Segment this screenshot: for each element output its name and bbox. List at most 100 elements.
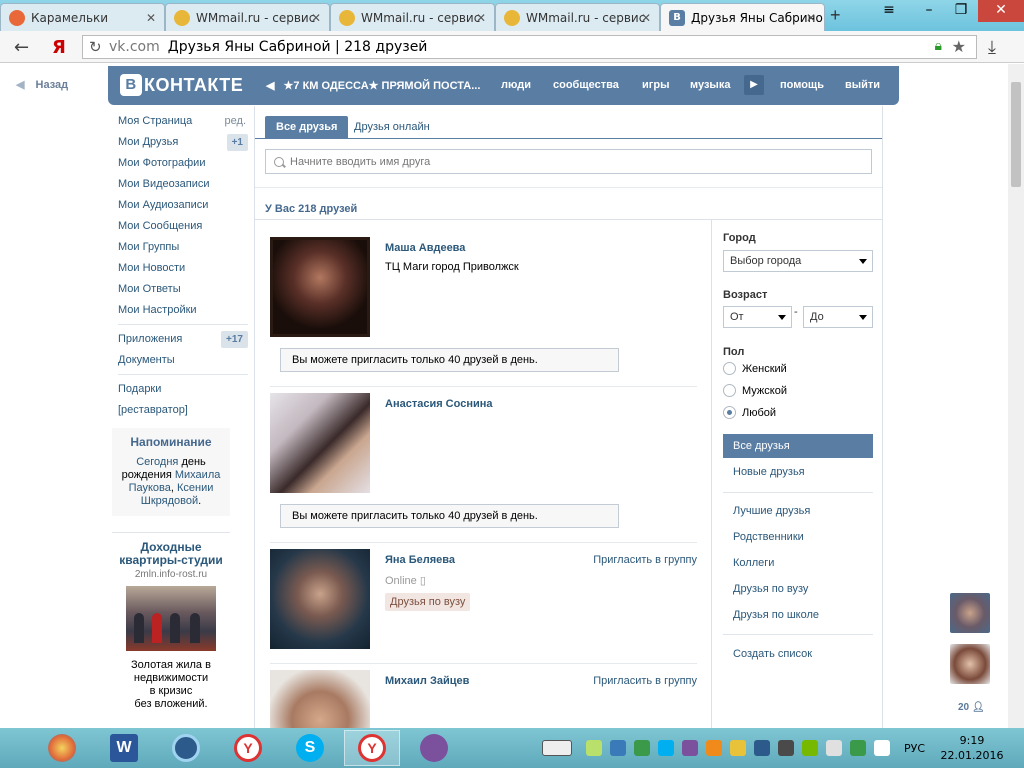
friend-name[interactable]: Маша Авдеева <box>385 242 465 254</box>
menu-item-photos[interactable]: Мои Фотографии <box>118 153 248 174</box>
nav-games[interactable]: игры <box>642 79 669 91</box>
invite-to-group-link[interactable]: Пригласить в группу <box>593 675 697 687</box>
address-field[interactable]: ↻ vk.com Друзья Яны Сабриной | 218 друзе… <box>82 35 977 59</box>
new-tab-button[interactable]: + <box>830 5 841 26</box>
filter-school-friends[interactable]: Друзья по школе <box>723 603 873 627</box>
taskbar-skype[interactable]: S <box>282 730 338 766</box>
browser-tab[interactable]: WMmail.ru - сервис ✕ <box>165 3 330 31</box>
close-icon[interactable]: ✕ <box>146 11 156 25</box>
city-select[interactable]: Выбор города <box>723 250 873 272</box>
menu-item-audio[interactable]: Мои Аудиозаписи <box>118 195 248 216</box>
filter-best-friends[interactable]: Лучшие друзья <box>723 499 873 523</box>
ad-image[interactable] <box>126 586 216 651</box>
friend-name[interactable]: Анастасия Соснина <box>385 398 493 410</box>
nvidia-icon[interactable] <box>802 740 818 756</box>
menu-item-restorer[interactable]: [реставратор] <box>118 400 248 421</box>
menu-item-friends[interactable]: Мои Друзья +1 <box>118 132 248 153</box>
nav-people[interactable]: люди <box>501 79 531 91</box>
taskbar-yandex[interactable]: Y <box>220 730 276 766</box>
menu-item-my-page[interactable]: Моя Страница ред. <box>118 111 248 132</box>
radio-female[interactable]: Женский <box>723 362 787 375</box>
menu-item-apps[interactable]: Приложения +17 <box>118 329 248 350</box>
filter-university-friends[interactable]: Друзья по вузу <box>723 577 873 601</box>
avatar[interactable] <box>270 393 370 493</box>
avatar[interactable] <box>270 670 370 728</box>
nav-help[interactable]: помощь <box>780 79 824 91</box>
taskbar-yandex-active[interactable]: Y <box>344 730 400 766</box>
tray-icon[interactable] <box>634 740 650 756</box>
tray-icon[interactable] <box>826 740 842 756</box>
menu-item-gifts[interactable]: Подарки <box>118 379 248 400</box>
minimize-icon[interactable]: – <box>914 0 944 22</box>
tray-icon[interactable] <box>778 740 794 756</box>
close-icon[interactable]: ✕ <box>311 11 321 25</box>
avatar[interactable] <box>270 237 370 337</box>
back-link[interactable]: ◀ Назад <box>16 78 68 91</box>
nav-music[interactable]: музыка <box>690 79 730 91</box>
skype-tray-icon[interactable] <box>658 740 674 756</box>
ad-title[interactable]: Доходные квартиры-студии <box>112 541 230 567</box>
filter-new-friends[interactable]: Новые друзья <box>723 460 873 484</box>
friend-tag[interactable]: Друзья по вузу <box>385 593 471 611</box>
filter-all-friends[interactable]: Все друзья <box>723 434 873 458</box>
today-link[interactable]: Сегодня <box>136 456 178 468</box>
invite-to-group-link[interactable]: Пригласить в группу <box>593 554 697 566</box>
advertisement[interactable]: Доходные квартиры-студии 2mln.info-rost.… <box>112 532 230 711</box>
close-icon[interactable]: ✕ <box>806 11 816 25</box>
nav-more-arrow-icon[interactable]: ▶ <box>744 75 764 95</box>
filter-relatives[interactable]: Родственники <box>723 525 873 549</box>
browser-tab[interactable]: WMmail.ru - сервис ✕ <box>495 3 660 31</box>
header-ticker[interactable]: ◀ ★7 КМ ОДЕССА★ ПРЯМОЙ ПОСТА... <box>266 79 480 92</box>
birthday-person-link[interactable]: Михаила <box>175 469 220 481</box>
close-icon[interactable]: ✕ <box>641 11 651 25</box>
menu-item-news[interactable]: Мои Новости <box>118 258 248 279</box>
filter-colleagues[interactable]: Коллеги <box>723 551 873 575</box>
avatar[interactable] <box>270 549 370 649</box>
tab-all-friends[interactable]: Все друзья <box>265 116 349 138</box>
nav-logout[interactable]: выйти <box>845 79 880 91</box>
star-icon[interactable]: ★ <box>952 37 966 56</box>
tray-icon[interactable] <box>754 740 770 756</box>
back-arrow-icon[interactable]: ← <box>14 37 29 58</box>
scrollbar[interactable] <box>1008 64 1024 728</box>
vk-logo[interactable]: В КОНТАКТЕ <box>120 74 243 96</box>
taskbar-paint[interactable] <box>34 730 90 766</box>
friend-search-input[interactable]: Начните вводить имя друга <box>265 149 872 174</box>
tray-icon[interactable] <box>730 740 746 756</box>
viber-tray-icon[interactable] <box>682 740 698 756</box>
friend-name[interactable]: Михаил Зайцев <box>385 675 469 687</box>
tab-friends-online[interactable]: Друзья онлайн <box>343 116 441 138</box>
scrollbar-thumb[interactable] <box>1011 82 1021 187</box>
close-icon[interactable]: ✕ <box>476 11 486 25</box>
birthday-person-link[interactable]: Паукова <box>129 482 171 494</box>
reload-icon[interactable]: ↻ <box>89 38 102 56</box>
taskbar-viber[interactable] <box>406 730 462 766</box>
yandex-icon[interactable]: Я <box>52 37 66 58</box>
menu-icon[interactable]: ≡ <box>874 0 904 22</box>
browser-tab[interactable]: WMmail.ru - сервис ✕ <box>330 3 495 31</box>
security-icon[interactable] <box>850 740 866 756</box>
restore-icon[interactable]: ❐ <box>946 0 976 22</box>
birthday-person-link[interactable]: Шкрядовой <box>141 495 198 507</box>
edit-link[interactable]: ред. <box>225 111 246 132</box>
menu-item-documents[interactable]: Документы <box>118 350 248 371</box>
tray-icon[interactable] <box>586 740 602 756</box>
system-clock[interactable]: 9:19 22.01.2016 <box>940 733 1004 763</box>
menu-item-messages[interactable]: Мои Сообщения <box>118 216 248 237</box>
create-list-link[interactable]: Создать список <box>723 642 873 666</box>
menu-item-settings[interactable]: Мои Настройки <box>118 300 248 321</box>
birthday-person-link[interactable]: Ксении <box>177 482 213 494</box>
nav-communities[interactable]: сообщества <box>553 79 619 91</box>
age-to-select[interactable]: До <box>803 306 873 328</box>
online-friend-avatar[interactable] <box>950 644 990 684</box>
keyboard-icon[interactable] <box>542 740 572 756</box>
input-language[interactable]: РУС <box>904 742 925 755</box>
menu-item-answers[interactable]: Мои Ответы <box>118 279 248 300</box>
taskbar-word[interactable]: W <box>96 730 152 766</box>
friend-name[interactable]: Яна Беляева <box>385 554 455 566</box>
download-icon[interactable]: ⤓ <box>988 37 996 58</box>
flag-icon[interactable] <box>874 740 890 756</box>
browser-tab[interactable]: Карамельки ✕ <box>0 3 165 31</box>
browser-tab-active[interactable]: B Друзья Яны Сабрино ✕ <box>660 3 825 31</box>
menu-item-groups[interactable]: Мои Группы <box>118 237 248 258</box>
